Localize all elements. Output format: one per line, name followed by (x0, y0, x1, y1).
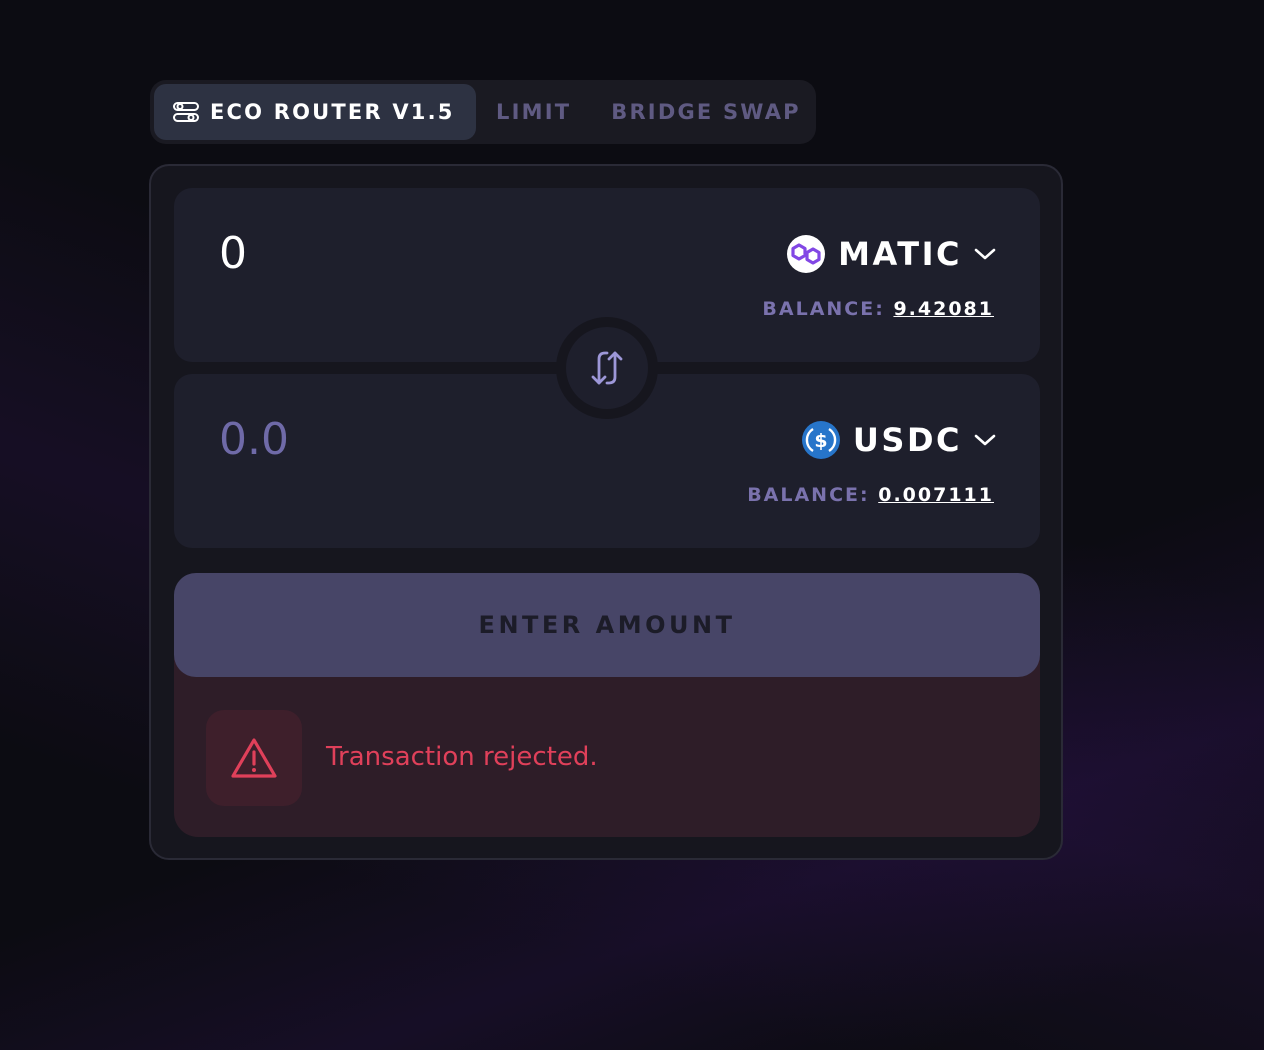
enter-amount-button[interactable]: ENTER AMOUNT (174, 573, 1040, 677)
warning-icon (231, 738, 277, 778)
swap-direction-button[interactable] (566, 327, 648, 409)
tab-eco-router-label: ECO ROUTER V1.5 (210, 100, 455, 124)
tab-limit[interactable]: LIMIT (496, 84, 571, 140)
svg-text:$: $ (814, 430, 827, 452)
to-amount-output: 0.0 (219, 414, 289, 465)
from-token-name: MATIC (838, 235, 962, 273)
polygon-matic-icon (786, 234, 826, 274)
from-amount-input[interactable]: 0 (219, 228, 247, 279)
from-token-selector[interactable]: MATIC (786, 234, 996, 274)
swap-arrows-icon (591, 351, 623, 385)
to-token-name: USDC (852, 421, 962, 459)
tab-eco-router[interactable]: ECO ROUTER V1.5 (154, 84, 476, 140)
mode-tabs: ECO ROUTER V1.5 LIMIT BRIDGE SWAP (150, 80, 816, 144)
swap-direction-button-ring (556, 317, 658, 419)
to-balance: BALANCE: 0.007111 (747, 484, 994, 506)
usdc-icon: $ (801, 420, 841, 460)
route-settings-icon (172, 100, 200, 124)
error-message: Transaction rejected. (326, 742, 598, 772)
from-balance-label: BALANCE: (762, 298, 885, 320)
to-token-selector[interactable]: $ USDC (801, 420, 996, 460)
chevron-down-icon (974, 433, 996, 447)
swap-card: 0 MATIC BALANCE: 9.42081 0.0 $ USDC BALA… (149, 164, 1063, 860)
warning-icon-box (206, 710, 302, 806)
from-balance-value[interactable]: 9.42081 (893, 298, 994, 320)
tab-bridge-swap[interactable]: BRIDGE SWAP (611, 84, 801, 140)
chevron-down-icon (974, 247, 996, 261)
to-balance-value[interactable]: 0.007111 (878, 484, 994, 506)
from-balance: BALANCE: 9.42081 (762, 298, 994, 320)
to-balance-label: BALANCE: (747, 484, 870, 506)
